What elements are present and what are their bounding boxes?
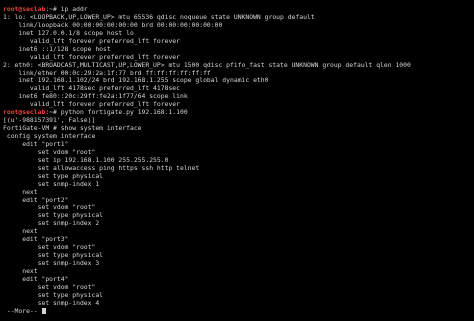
prompt-path: :~# bbox=[45, 109, 57, 117]
output-text: set snmp-index 2 bbox=[3, 220, 100, 228]
output-text: edit "port1" bbox=[3, 140, 69, 148]
output-text: config system interface bbox=[3, 133, 96, 140]
output-line: next bbox=[3, 268, 472, 276]
prompt-user-host: root@seclab bbox=[3, 6, 46, 13]
more-pager-line: --More-- bbox=[3, 307, 472, 316]
output-text: valid_lft forever preferred_lft forever bbox=[3, 101, 180, 109]
output-text: set snmp-index 1 bbox=[3, 180, 100, 188]
output-line: set type physical bbox=[3, 173, 472, 181]
output-text: inet 192.168.1.102/24 brd 192.168.1.255 … bbox=[3, 77, 269, 85]
output-line: set snmp-index 3 bbox=[3, 260, 472, 268]
output-line: 2: eth0: <BROADCAST,MULTICAST,UP,LOWER_U… bbox=[3, 62, 472, 70]
output-text: set snmp-index 4 bbox=[3, 299, 100, 307]
output-text: edit "port3" bbox=[3, 236, 69, 244]
output-line: link/loopback 00:00:00:00:00:00 brd 00:0… bbox=[3, 22, 472, 30]
output-line: set vdom "root" bbox=[3, 284, 472, 292]
output-line: inet6 fe80::20c:29ff:fe2a:1f77/64 scope … bbox=[3, 93, 472, 101]
output-line: next bbox=[3, 228, 472, 236]
output-text: set vdom "root" bbox=[3, 244, 96, 252]
terminal-output: root@seclab:~# ip addr 1: lo: <LOOPBACK,U… bbox=[3, 6, 472, 316]
output-line: inet6 ::1/128 scope host bbox=[3, 46, 472, 54]
output-text: inet6 fe80::20c:29ff:fe2a:1f77/64 scope … bbox=[3, 93, 188, 101]
output-text: set vdom "root" bbox=[3, 148, 96, 156]
output-line: FortiGate-VM # show system interface bbox=[3, 125, 472, 133]
output-text: edit "port4" bbox=[3, 275, 69, 283]
output-line: set snmp-index 1 bbox=[3, 181, 472, 189]
output-line: config system interface bbox=[3, 133, 472, 141]
output-text: set vdom "root" bbox=[3, 283, 96, 291]
output-text: set allowaccess ping https ssh http teln… bbox=[3, 164, 200, 172]
output-line: set snmp-index 2 bbox=[3, 220, 472, 228]
output-text: valid_lft forever preferred_lft forever bbox=[3, 53, 180, 61]
output-line: next bbox=[3, 189, 472, 197]
prompt-line: root@seclab:~# ip addr bbox=[3, 6, 472, 14]
output-text: set type physical bbox=[3, 291, 104, 299]
output-line: set allowaccess ping https ssh http teln… bbox=[3, 165, 472, 173]
output-text: --More-- bbox=[3, 307, 42, 315]
output-text: set type physical bbox=[3, 212, 104, 220]
output-text: next bbox=[3, 188, 38, 196]
output-text: inet 127.0.0.1/8 scope host lo bbox=[3, 29, 134, 37]
output-line: edit "port4" bbox=[3, 276, 472, 284]
output-line: set vdom "root" bbox=[3, 204, 472, 212]
text-cursor bbox=[42, 307, 47, 314]
output-line: valid_lft 4178sec preferred_lft 4178sec bbox=[3, 85, 472, 93]
output-text: 1: lo: <LOOPBACK,UP,LOWER_UP> mtu 65536 … bbox=[3, 13, 315, 21]
output-line: valid_lft forever preferred_lft forever bbox=[3, 54, 472, 62]
output-line: 1: lo: <LOOPBACK,UP,LOWER_UP> mtu 65536 … bbox=[3, 14, 472, 22]
terminal-window[interactable]: root@seclab:~# ip addr 1: lo: <LOOPBACK,U… bbox=[0, 0, 474, 321]
output-line: link/ether 00:0c:29:2a:1f:77 brd ff:ff:f… bbox=[3, 70, 472, 78]
command-text: python fortigate.py 192.168.1.100 bbox=[56, 109, 188, 117]
output-line: [(u'-988157391', False)] bbox=[3, 117, 472, 125]
output-text: link/ether 00:0c:29:2a:1f:77 brd ff:ff:f… bbox=[3, 69, 211, 77]
output-line: set vdom "root" bbox=[3, 244, 472, 252]
prompt-path: :~# bbox=[45, 6, 57, 13]
output-line: set snmp-index 4 bbox=[3, 300, 472, 308]
output-text: FortiGate-VM # show system interface bbox=[3, 125, 142, 133]
output-line: set type physical bbox=[3, 212, 472, 220]
output-line: inet 192.168.1.102/24 brd 192.168.1.255 … bbox=[3, 77, 472, 85]
output-text: 2: eth0: <BROADCAST,MULTICAST,UP,LOWER_U… bbox=[3, 61, 411, 69]
output-line: set ip 192.168.1.100 255.255.255.0 bbox=[3, 157, 472, 165]
output-line: edit "port1" bbox=[3, 141, 472, 149]
output-text: set snmp-index 3 bbox=[3, 260, 100, 267]
output-text: next bbox=[3, 267, 38, 275]
output-line: set type physical bbox=[3, 252, 472, 260]
output-text: set type physical bbox=[3, 252, 104, 260]
output-line: edit "port3" bbox=[3, 236, 472, 244]
output-line: inet 127.0.0.1/8 scope host lo bbox=[3, 30, 472, 38]
output-line: edit "port2" bbox=[3, 197, 472, 205]
output-text: [(u'-988157391', False)] bbox=[3, 117, 96, 125]
output-line: set vdom "root" bbox=[3, 149, 472, 157]
output-text: valid_lft 4178sec preferred_lft 4178sec bbox=[3, 85, 180, 93]
output-text: inet6 ::1/128 scope host bbox=[3, 45, 111, 53]
command-text: ip addr bbox=[56, 6, 88, 13]
output-text: valid_lft forever preferred_lft forever bbox=[3, 37, 180, 45]
output-line: set type physical bbox=[3, 292, 472, 300]
output-text: set vdom "root" bbox=[3, 204, 96, 212]
output-line: valid_lft forever preferred_lft forever bbox=[3, 38, 472, 46]
output-text: edit "port2" bbox=[3, 196, 69, 204]
output-text: next bbox=[3, 228, 38, 236]
prompt-line: root@seclab:~# python fortigate.py 192.1… bbox=[3, 109, 472, 117]
output-text: set type physical bbox=[3, 172, 104, 180]
output-text: set ip 192.168.1.100 255.255.255.0 bbox=[3, 156, 169, 164]
output-text: link/loopback 00:00:00:00:00:00 brd 00:0… bbox=[3, 21, 223, 29]
prompt-user-host: root@seclab bbox=[3, 109, 46, 117]
output-line: valid_lft forever preferred_lft forever bbox=[3, 101, 472, 109]
